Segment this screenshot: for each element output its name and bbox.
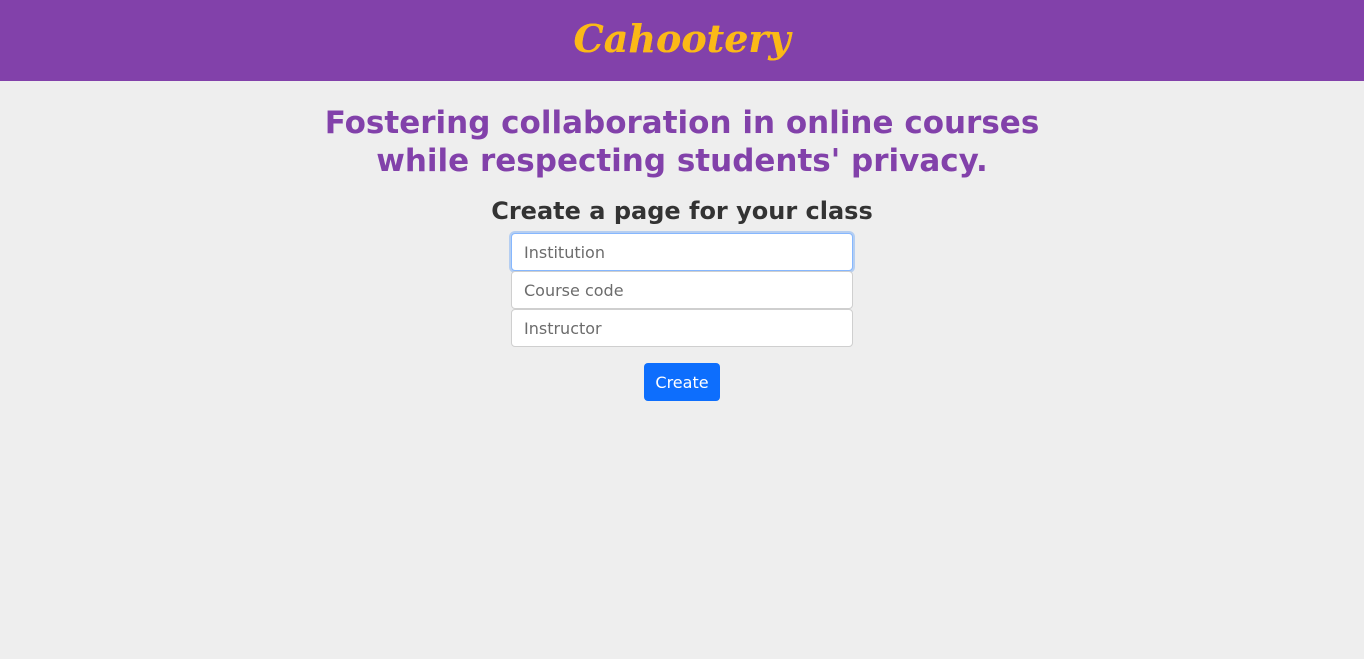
form-title: Create a page for your class bbox=[491, 197, 873, 225]
instructor-input[interactable] bbox=[511, 309, 853, 347]
create-button[interactable]: Create bbox=[644, 363, 720, 401]
header-bar: Cahootery bbox=[0, 0, 1364, 81]
institution-input[interactable] bbox=[511, 233, 853, 271]
tagline-line-1: Fostering collaboration in online course… bbox=[324, 105, 1040, 141]
tagline: Fostering collaboration in online course… bbox=[0, 104, 1364, 180]
logo[interactable]: Cahootery bbox=[573, 16, 790, 61]
course-code-input[interactable] bbox=[511, 271, 853, 309]
tagline-line-2: while respecting students' privacy. bbox=[376, 143, 988, 179]
